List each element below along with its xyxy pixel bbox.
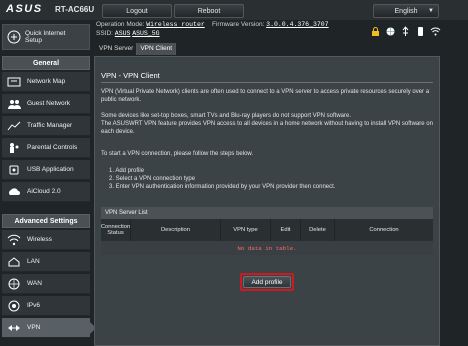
tab-bar: VPN Server VPN Client [96, 43, 177, 55]
main-panel: VPN - VPN Client VPN (Virtual Private Ne… [94, 56, 440, 346]
advanced-settings-header: Advanced Settings [2, 214, 90, 228]
operation-mode-label: Operation Mode: [96, 21, 145, 28]
sidebar-item-label: VPN [27, 324, 41, 331]
sidebar-item-label: IPv6 [27, 302, 41, 309]
language-select[interactable]: English ▼ [373, 4, 439, 18]
wireless-icon [7, 234, 21, 246]
chevron-down-icon: ▼ [428, 8, 434, 14]
usb-icon[interactable] [400, 26, 411, 37]
aicloud-icon [7, 186, 21, 198]
general-section-header: General [2, 56, 90, 70]
table-empty-message: No data in table. [101, 241, 433, 255]
sidebar-item-ipv6[interactable]: IPv6 [2, 296, 90, 316]
tab-vpn-server[interactable]: VPN Server [96, 43, 138, 55]
language-value: English [394, 7, 418, 15]
sidebar-item-label: Parental Controls [27, 144, 78, 151]
sidebar-item-wan[interactable]: WAN [2, 274, 90, 294]
sidebar-item-traffic-manager[interactable]: Traffic Manager [2, 116, 90, 136]
ssid-value-2[interactable]: ASUS_5G [132, 30, 159, 37]
sidebar-item-label: Traffic Manager [27, 122, 73, 129]
title-divider [101, 82, 433, 83]
firmware-value[interactable]: 3.0.0.4.376_3707 [266, 21, 328, 28]
model-name: RT-AC66U [55, 5, 95, 14]
parental-controls-icon [7, 142, 21, 154]
guest-network-icon [7, 98, 21, 110]
logout-button[interactable]: Logout [102, 4, 172, 18]
globe-icon[interactable] [385, 26, 396, 37]
ssid-value-1[interactable]: ASUS [115, 30, 131, 37]
sidebar-item-label: Network Map [27, 78, 66, 85]
step-1: 1. Add profile [109, 168, 145, 174]
firmware-label: Firmware Version: [211, 21, 265, 28]
table-title: VPN Server List [101, 207, 433, 219]
sidebar-item-lan[interactable]: LAN [2, 252, 90, 272]
intro-paragraph-1: VPN (Virtual Private Network) clients ar… [101, 89, 430, 103]
traffic-manager-icon [7, 120, 21, 132]
sidebar-item-vpn[interactable]: VPN [2, 318, 96, 338]
column-header: Connection [369, 227, 399, 233]
intro-paragraph-3: The ASUSWRT VPN feature provides VPN acc… [101, 121, 433, 135]
sidebar-item-network-map[interactable]: Network Map [2, 72, 90, 92]
quick-setup-icon [7, 30, 21, 44]
add-profile-button[interactable]: Add profile [243, 276, 291, 288]
column-header: Delete [301, 219, 335, 241]
quick-setup-label: Quick Internet Setup [25, 30, 66, 44]
add-profile-highlight: Add profile [240, 273, 294, 291]
sidebar-item-label: USB Application [27, 166, 74, 173]
sidebar-item-label: Wireless [27, 236, 52, 243]
sidebar-item-label: AiCloud 2.0 [27, 188, 61, 195]
vpn-server-list-table: VPN Server List Connection Status Descri… [101, 207, 433, 255]
lock-icon[interactable] [370, 26, 381, 37]
reboot-button[interactable]: Reboot [174, 4, 244, 18]
step-3: 3. Enter VPN authentication information … [109, 184, 336, 190]
usb-application-icon [7, 164, 21, 176]
lan-icon [7, 256, 21, 268]
vpn-icon [7, 322, 21, 334]
step-2: 2. Select a VPN connection type [109, 176, 196, 182]
tab-vpn-client[interactable]: VPN Client [137, 43, 177, 55]
operation-mode-value[interactable]: Wireless router [146, 21, 205, 28]
sidebar-item-usb-application[interactable]: USB Application [2, 160, 90, 180]
network-map-icon [7, 76, 21, 88]
sidebar-item-parental-controls[interactable]: Parental Controls [2, 138, 90, 158]
column-header: Connection Status [101, 219, 131, 241]
wan-icon [7, 278, 21, 290]
sidebar-item-aicloud[interactable]: AiCloud 2.0 [2, 182, 90, 202]
ssid-label: SSID: [96, 30, 113, 37]
asus-logo: ASUS [6, 3, 43, 15]
column-header: Description [131, 219, 221, 241]
sidebar-item-guest-network[interactable]: Guest Network [2, 94, 90, 114]
status-icons [370, 26, 441, 37]
page-title: VPN - VPN Client [101, 71, 160, 80]
sidebar-item-wireless[interactable]: Wireless [2, 230, 90, 250]
instructions-heading: To start a VPN connection, please follow… [101, 151, 254, 157]
column-header: VPN type [221, 219, 271, 241]
wifi-icon[interactable] [430, 26, 441, 37]
column-header: Edit [271, 219, 301, 241]
ipv6-icon [7, 300, 21, 312]
sidebar-item-label: Guest Network [27, 100, 70, 107]
table-header-row: Connection Status Description VPN type E… [101, 219, 433, 241]
top-bar: ASUS RT-AC66U Logout Reboot English ▼ [0, 0, 468, 20]
sidebar: Quick Internet Setup General Network Map… [0, 20, 96, 346]
intro-paragraph-2: Some devices like set-top boxes, smart T… [101, 113, 352, 119]
quick-internet-setup-button[interactable]: Quick Internet Setup [2, 24, 90, 50]
sidebar-item-label: WAN [27, 280, 42, 287]
phone-icon[interactable] [415, 26, 426, 37]
sidebar-item-label: LAN [27, 258, 40, 265]
